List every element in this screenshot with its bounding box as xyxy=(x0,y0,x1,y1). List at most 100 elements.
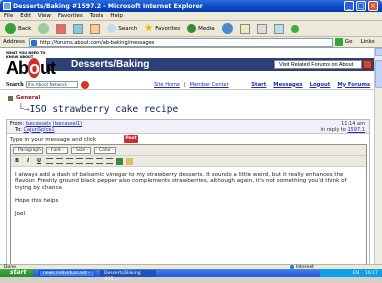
search-scope-select[interactable]: the About Network xyxy=(25,81,78,88)
search-button[interactable]: Search xyxy=(105,22,139,35)
close-button[interactable]: × xyxy=(368,1,378,11)
size-select[interactable]: - Size - xyxy=(71,146,91,154)
paragraph-select[interactable]: - Paragraph - xyxy=(13,146,43,158)
from-user-extra-link[interactable]: (Isecassel1) xyxy=(53,121,83,127)
browser-toolbar: Back Search ★ Favorites Media xyxy=(0,21,382,37)
message-header: From: Isecassels (Isecassel1) To: CajunS… xyxy=(7,120,369,134)
scroll-up-arrow-icon[interactable] xyxy=(375,48,382,56)
history-button[interactable] xyxy=(220,22,235,35)
nav-logout-link[interactable]: Logout xyxy=(310,82,331,88)
site-banner: Desserts/Baking Visit Related Forums on … xyxy=(0,48,374,80)
reply-instructions: Type in your message and click xyxy=(10,137,97,143)
mail-button[interactable] xyxy=(238,22,252,35)
menu-edit[interactable]: Edit xyxy=(20,13,31,19)
stop-button[interactable] xyxy=(54,22,68,35)
underline-icon[interactable]: U xyxy=(35,158,43,165)
language-indicator[interactable]: EN xyxy=(353,271,359,276)
mail-icon xyxy=(239,23,250,34)
address-input[interactable]: http://forums.about.com/ab-baking/messag… xyxy=(28,37,333,47)
numbered-list-icon[interactable] xyxy=(76,158,83,164)
outdent-icon[interactable] xyxy=(96,158,103,164)
align-left-icon[interactable] xyxy=(46,158,53,164)
taskbar-item-browser[interactable]: Desserts/Baking #15... xyxy=(100,269,156,282)
indent-icon[interactable] xyxy=(106,158,113,164)
page-icon xyxy=(30,39,37,46)
link-icon[interactable] xyxy=(116,157,123,165)
nav-messages-link[interactable]: Messages xyxy=(273,82,302,88)
maximize-button[interactable]: □ xyxy=(356,1,366,11)
address-label: Address xyxy=(3,39,25,45)
menu-tools[interactable]: Tools xyxy=(90,13,104,19)
site-links: Site Home | Member Center xyxy=(154,81,229,88)
align-center-icon[interactable] xyxy=(56,158,63,164)
forum-category[interactable]: General xyxy=(8,95,40,101)
nav-my-forums-link[interactable]: My Forums xyxy=(337,82,370,88)
window-titlebar: Desserts/Baking #1597.2 - Microsoft Inte… xyxy=(0,0,382,12)
taskbar-item-newsreader[interactable]: news.individual.net - ... xyxy=(39,269,95,282)
channel-title: Desserts/Baking xyxy=(71,59,150,70)
menu-favorites[interactable]: Favorites xyxy=(58,13,83,19)
font-select[interactable]: - Font - xyxy=(46,146,68,154)
channel-bar: Desserts/Baking Visit Related Forums on … xyxy=(46,58,374,71)
media-button[interactable]: Media xyxy=(185,22,217,35)
message-editor[interactable]: - Paragraph - - Font - - Size - - Color … xyxy=(10,144,367,264)
page-viewport: Desserts/Baking Visit Related Forums on … xyxy=(0,48,374,264)
message-paragraph: Hope this helps xyxy=(15,197,59,204)
bold-icon[interactable]: B xyxy=(13,158,21,165)
align-right-icon[interactable] xyxy=(66,158,73,164)
home-button[interactable] xyxy=(88,22,102,35)
editor-toolbar-format: - Paragraph - - Font - - Size - - Color … xyxy=(11,145,366,158)
editor-toolbar-style: B I U xyxy=(11,156,366,167)
related-forums-select[interactable]: Visit Related Forums on About xyxy=(274,60,362,69)
refresh-icon xyxy=(73,23,84,34)
back-arrow-icon xyxy=(5,23,16,34)
italic-icon[interactable]: I xyxy=(24,158,32,165)
folder-icon xyxy=(8,95,13,101)
scroll-thumb[interactable] xyxy=(375,60,382,88)
menu-view[interactable]: View xyxy=(38,13,51,19)
media-icon xyxy=(187,24,197,33)
color-select[interactable]: - Color - xyxy=(94,146,116,154)
edit-button[interactable] xyxy=(272,22,286,35)
taskbar: start news.individual.net - ... Desserts… xyxy=(0,269,382,282)
reply-tree-icon: └→ xyxy=(18,104,30,115)
bullet-list-icon[interactable] xyxy=(86,158,93,164)
menu-bar: File Edit View Favorites Tools Help xyxy=(0,12,382,21)
window-title: Desserts/Baking #1597.2 - Microsoft Inte… xyxy=(13,2,203,10)
site-home-link[interactable]: Site Home xyxy=(154,82,180,88)
menu-help[interactable]: Help xyxy=(110,13,123,19)
system-tray: EN 16:17 xyxy=(320,269,382,277)
stop-icon xyxy=(56,23,67,34)
search-go-button[interactable] xyxy=(80,80,89,89)
to-user-link[interactable]: CajunSpice1 xyxy=(24,127,55,133)
site-search-row: Search the About Network Site Home | Mem… xyxy=(0,80,374,90)
member-center-link[interactable]: Member Center xyxy=(190,82,229,88)
refresh-button[interactable] xyxy=(71,22,85,35)
related-forums-go-button[interactable] xyxy=(363,60,372,69)
favorites-button[interactable]: ★ Favorites xyxy=(142,22,182,35)
home-icon xyxy=(90,23,101,34)
history-icon xyxy=(221,23,233,34)
links-button[interactable]: Links xyxy=(361,39,375,45)
forward-button[interactable] xyxy=(36,22,51,35)
back-button[interactable]: Back xyxy=(3,22,33,35)
menu-file[interactable]: File xyxy=(4,13,13,19)
post-button[interactable]: Post xyxy=(124,135,138,143)
in-reply-link[interactable]: 1597.1 xyxy=(348,127,366,133)
image-icon[interactable] xyxy=(126,157,133,165)
nav-start-link[interactable]: Start xyxy=(251,82,266,88)
message-signature: Joel xyxy=(15,210,26,217)
clock: 16:17 xyxy=(365,270,378,276)
print-button[interactable] xyxy=(255,22,269,35)
minimize-button[interactable]: _ xyxy=(344,1,354,11)
edit-icon xyxy=(273,23,284,34)
messenger-button[interactable] xyxy=(289,22,301,35)
editor-body[interactable]: I always add a dash of balsamic vinegar … xyxy=(11,167,366,229)
address-bar: Address http://forums.about.com/ab-bakin… xyxy=(0,37,382,48)
start-button[interactable]: start xyxy=(0,269,34,277)
ie-icon xyxy=(3,2,11,10)
go-button[interactable]: Go xyxy=(334,38,353,46)
about-logo[interactable]: WHAT YOU NEED TO KNOW ABOUT About xyxy=(6,51,56,78)
forum-nav: Start Messages Logout My Forums xyxy=(251,82,370,88)
vertical-scrollbar[interactable] xyxy=(374,48,382,264)
